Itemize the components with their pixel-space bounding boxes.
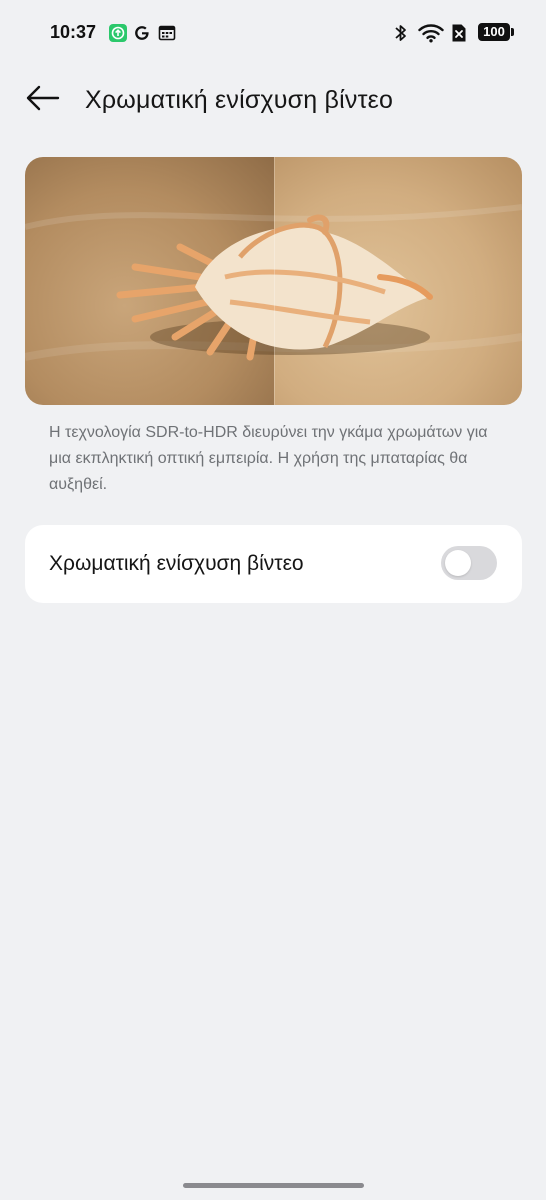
home-indicator[interactable]	[183, 1183, 364, 1188]
arrow-left-icon	[24, 84, 60, 117]
upload-app-icon	[109, 24, 127, 42]
feature-description: Η τεχνολογία SDR-to-HDR διευρύνει την γκ…	[49, 424, 488, 493]
page-title: Χρωματική ενίσχυση βίντεο	[85, 86, 394, 114]
wifi-icon	[418, 23, 444, 48]
status-bar: 10:37 100	[0, 0, 546, 66]
battery-indicator: 100	[478, 23, 514, 41]
video-color-enhancement-toggle[interactable]	[441, 546, 497, 580]
calendar-icon	[158, 24, 176, 42]
setting-label: Χρωματική ενίσχυση βίντεο	[49, 552, 304, 575]
toggle-knob	[445, 550, 471, 576]
setting-card[interactable]: Χρωματική ενίσχυση βίντεο	[25, 525, 522, 603]
preview-image	[25, 157, 522, 405]
no-sim-icon	[451, 23, 467, 48]
bluetooth-icon	[393, 23, 409, 48]
app-header: Χρωματική ενίσχυση βίντεο	[0, 78, 546, 122]
comparison-divider	[274, 157, 275, 405]
back-button[interactable]	[22, 80, 62, 120]
google-icon	[133, 24, 151, 42]
status-time: 10:37	[50, 22, 97, 42]
